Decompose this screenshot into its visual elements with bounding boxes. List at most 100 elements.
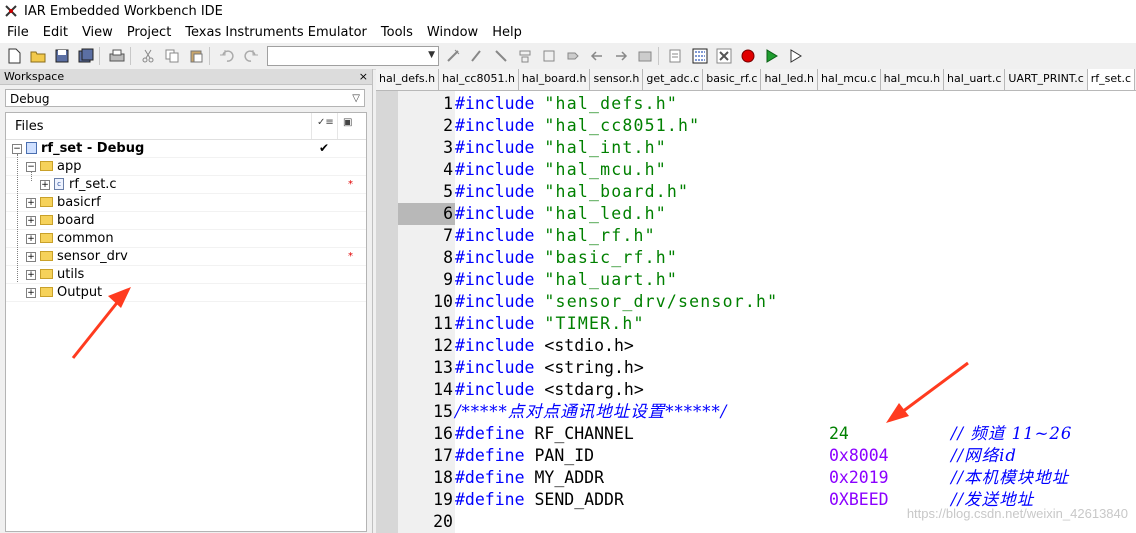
tab-uart-print-c[interactable]: UART_PRINT.c [1005,69,1088,90]
expand-toggle-icon[interactable]: + [26,234,36,244]
find-icon[interactable] [491,46,511,66]
code-line[interactable]: #define RF_CHANNEL 24 // 频道 11~26 [455,423,1071,445]
configuration-dropdown[interactable]: Debug ▽ [5,89,365,107]
include-target: "hal_defs.h" [544,94,679,113]
toggle-bookmark-icon[interactable] [443,46,463,66]
tab-hal-mcu-h[interactable]: hal_mcu.h [880,69,945,90]
menu-help[interactable]: Help [485,22,529,43]
code-line[interactable]: #include <stdarg.h> [455,379,644,401]
goto-icon[interactable] [563,46,583,66]
breakpoint-icon[interactable] [738,46,758,66]
code-line[interactable]: /*****点对点通讯地址设置******/ [455,401,727,423]
tab-hal-cc8051-h[interactable]: hal_cc8051.h [439,69,519,90]
stop-build-icon[interactable] [714,46,734,66]
make-icon[interactable] [690,46,710,66]
code-area[interactable]: #include "hal_defs.h" #include "hal_cc805… [455,91,1136,533]
tab-hal-led-h[interactable]: hal_led.h [761,69,818,90]
tree-row-project[interactable]: − rf_set - Debug ✔ [6,140,366,158]
navigate-back-icon[interactable] [587,46,607,66]
code-line[interactable]: #include "hal_uart.h" [455,269,678,291]
menu-view[interactable]: View [75,22,120,43]
replace-icon[interactable] [539,46,559,66]
code-line[interactable]: #include "sensor_drv/sensor.h" [455,291,778,313]
menu-edit[interactable]: Edit [36,22,75,43]
save-icon[interactable] [52,46,72,66]
line-number: 11 [433,314,453,333]
include-target: "hal_led.h" [544,204,667,223]
tab-hal-board-h[interactable]: hal_board.h [518,69,591,90]
tab-rf-set-c[interactable]: rf_set.c [1087,69,1136,90]
find-next-icon[interactable] [515,46,535,66]
menu-project[interactable]: Project [120,22,178,43]
browse-icon[interactable] [635,46,655,66]
tree-row-file[interactable]: + c rf_set.c * [6,176,366,194]
tree-item-label: utils [57,267,85,282]
code-line[interactable]: #define PAN_ID 0x8004 //网络id [455,445,1016,467]
code-line[interactable]: #include "TIMER.h" [455,313,645,335]
toolbar-separator [209,47,210,65]
code-line[interactable]: #include "hal_board.h" [455,181,689,203]
tree-row-folder[interactable]: − app [6,158,366,176]
tree-row-folder[interactable]: + common [6,230,366,248]
tree-row-folder[interactable]: + basicrf [6,194,366,212]
print-icon[interactable] [107,46,127,66]
include-target: <stdio.h> [544,336,634,355]
line-number: 5 [443,182,453,201]
code-line[interactable]: #include "basic_rf.h" [455,247,678,269]
iar-app-icon [5,5,17,17]
tab-sensor-h[interactable]: sensor.h [590,69,644,90]
folder-icon [40,197,53,207]
tree-row-folder[interactable]: + utils [6,266,366,284]
navigate-forward-icon[interactable] [611,46,631,66]
breakpoint-gutter[interactable] [376,91,399,533]
undo-icon[interactable] [217,46,237,66]
open-folder-icon[interactable] [28,46,48,66]
code-line[interactable]: #define SEND_ADDR 0XBEED//发送地址 [455,489,1033,511]
tab-get-adc-c[interactable]: get_adc.c [643,69,704,90]
expand-toggle-icon[interactable]: + [26,198,36,208]
tab-hal-mcu-c[interactable]: hal_mcu.c [818,69,881,90]
code-line[interactable]: #include "hal_cc8051.h" [455,115,700,137]
code-line[interactable]: #include <stdio.h> [455,335,634,357]
options-column-icon[interactable]: ✓≡ [317,117,334,128]
expand-toggle-icon[interactable]: + [26,270,36,280]
expand-toggle-icon[interactable]: + [26,288,36,298]
tab-hal-defs-h[interactable]: hal_defs.h [376,69,440,90]
tree-row-folder[interactable]: + Output [6,284,366,302]
include-target: <stdarg.h> [544,380,644,399]
tab-basic-rf-c[interactable]: basic_rf.c [703,69,762,90]
paste-icon[interactable] [186,46,206,66]
code-line[interactable]: #include "hal_mcu.h" [455,159,667,181]
new-file-icon[interactable] [4,46,24,66]
build-column-icon[interactable]: ▣ [343,117,352,128]
menu-file[interactable]: File [0,22,36,43]
close-icon[interactable]: × [359,69,368,84]
debug-without-download-icon[interactable] [786,46,806,66]
next-bookmark-icon[interactable] [467,46,487,66]
menu-texas-instruments-emulator[interactable]: Texas Instruments Emulator [178,22,374,43]
expand-toggle-icon[interactable]: + [26,252,36,262]
compile-icon[interactable] [666,46,686,66]
code-line[interactable]: #include "hal_defs.h" [455,93,678,115]
code-line[interactable]: #include <string.h> [455,357,644,379]
code-line[interactable]: #include "hal_led.h" [455,203,667,225]
redo-icon[interactable] [241,46,261,66]
cut-icon[interactable] [138,46,158,66]
line-number: 19 [433,490,453,509]
expand-toggle-icon[interactable]: + [40,180,50,190]
menu-tools[interactable]: Tools [374,22,420,43]
code-line[interactable]: #include "hal_int.h" [455,137,667,159]
code-line[interactable]: #define MY_ADDR 0x2019 //本机模块地址 [455,467,1068,489]
tree-row-folder[interactable]: + sensor_drv * [6,248,366,266]
save-all-icon[interactable] [76,46,96,66]
menu-window[interactable]: Window [420,22,485,43]
copy-icon[interactable] [162,46,182,66]
expand-toggle-icon[interactable]: + [26,216,36,226]
find-combo-box[interactable]: ▼ [267,46,439,66]
folder-icon [40,215,53,225]
download-and-debug-icon[interactable] [762,46,782,66]
tab-hal-uart-c[interactable]: hal_uart.c [944,69,1006,90]
tree-row-folder[interactable]: + board [6,212,366,230]
collapse-toggle-icon[interactable]: − [12,144,22,154]
code-line[interactable]: #include "hal_rf.h" [455,225,656,247]
